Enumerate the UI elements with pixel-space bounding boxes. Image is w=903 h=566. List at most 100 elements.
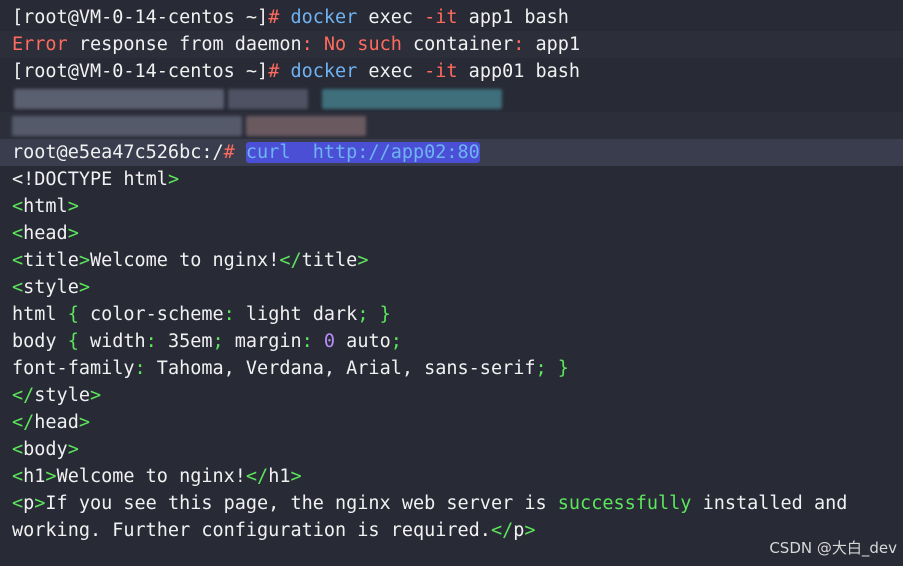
terminal-text-segment: < [12, 196, 24, 217]
terminal-text-segment: > [290, 466, 302, 487]
terminal-text-segment: p [513, 520, 525, 541]
terminal-text-segment: : [145, 331, 157, 352]
terminal-text-segment: Welcome to nginx! [56, 466, 246, 487]
terminal-text-segment: Tahoma, Verdana, Arial, sans-serif [145, 358, 536, 379]
terminal-line: <body> [0, 436, 903, 463]
redacted-block [12, 116, 242, 136]
terminal-text-segment: < [12, 439, 24, 460]
terminal-text-segment: color-scheme [78, 304, 224, 325]
terminal-text-segment: > [357, 250, 369, 271]
terminal-text-segment: [root@VM-0-14-centos ~] [12, 61, 269, 82]
terminal-text-segment: : [134, 358, 146, 379]
terminal-text-segment: response from daemon [67, 34, 302, 55]
terminal-text-segment: title [23, 250, 79, 271]
redacted-block [228, 89, 308, 109]
terminal-text-segment: p [23, 493, 35, 514]
terminal-text-segment: </ [245, 466, 269, 487]
terminal-line: <!DOCTYPE html> [0, 166, 903, 193]
terminal-line: <html> [0, 193, 903, 220]
terminal-text-segment: { [67, 304, 79, 325]
terminal-text-segment: : [301, 34, 313, 55]
terminal-line: </style> [0, 382, 903, 409]
terminal-text-segment: app1 bash [457, 7, 569, 28]
terminal-text-segment: < [12, 223, 24, 244]
terminal-text-segment: html [12, 304, 68, 325]
terminal-text-segment: working. Further configuration is requir… [12, 520, 491, 541]
terminal-text-segment: > [45, 466, 57, 487]
terminal-text-segment: successfully [557, 493, 692, 514]
redacted-block [246, 116, 366, 136]
terminal-text-segment: title [301, 250, 358, 271]
terminal-line-redacted [0, 112, 903, 139]
terminal-text-segment: 35em [156, 331, 213, 352]
terminal-text-segment: body [23, 439, 68, 460]
terminal-text-segment: ; [535, 358, 547, 379]
terminal-line: working. Further configuration is requir… [0, 517, 903, 544]
terminal-text-segment: > [524, 520, 536, 541]
terminal-text-segment: h1 [23, 466, 46, 487]
terminal-text-segment: </ [490, 520, 514, 541]
terminal-window[interactable]: [root@VM-0-14-centos ~]# docker exec -it… [0, 0, 903, 566]
terminal-line: Error response from daemon: No such cont… [0, 31, 903, 58]
terminal-text-segment: width [78, 331, 146, 352]
terminal-text-segment: docker [290, 7, 358, 28]
terminal-text-segment: head [34, 412, 79, 433]
terminal-text-segment: ; [357, 304, 369, 325]
terminal-text-segment: app1 [524, 34, 581, 55]
terminal-text-segment: # [268, 7, 291, 28]
terminal-text-segment: # [268, 61, 291, 82]
terminal-line: <p>If you see this page, the nginx web s… [0, 490, 903, 517]
terminal-text-segment: body [12, 331, 68, 352]
terminal-line: <head> [0, 220, 903, 247]
watermark-text: CSDN @大白_dev [769, 539, 897, 557]
terminal-text-segment: app01 bash [457, 61, 581, 82]
terminal-text-segment: auto [335, 331, 391, 352]
terminal-text-segment: font-family [12, 358, 135, 379]
terminal-text-segment: <!DOCTYPE html [12, 169, 168, 190]
terminal-text-segment: > [67, 223, 79, 244]
terminal-line: [root@VM-0-14-centos ~]# docker exec -it… [0, 58, 903, 85]
terminal-text-segment: > [89, 385, 102, 406]
redacted-block [322, 89, 502, 109]
terminal-line: </head> [0, 409, 903, 436]
terminal-text-segment: ; [212, 331, 224, 352]
terminal-text-segment: { [67, 331, 79, 352]
terminal-line-current: root@e5ea47c526bc:/# curl http://app02:8… [0, 139, 903, 166]
terminal-text-segment: < [12, 277, 24, 298]
terminal-text-segment: Error [12, 34, 68, 55]
terminal-text-segment: style [34, 385, 90, 406]
terminal-text-segment: Welcome to nginx! [89, 250, 280, 271]
terminal-text-segment: : [223, 304, 235, 325]
terminal-text-segment: < [12, 250, 24, 271]
terminal-line: <title>Welcome to nginx!</title> [0, 247, 903, 274]
terminal-text-segment: [root@VM-0-14-centos ~] [12, 7, 269, 28]
terminal-text-segment: } [557, 358, 569, 379]
terminal-text-segment: No such [323, 34, 402, 55]
terminal-text-segment: head [23, 223, 68, 244]
terminal-text-segment: : [513, 34, 525, 55]
terminal-text-segment: -it [424, 61, 458, 82]
terminal-text-segment: light dark [234, 304, 358, 325]
terminal-text-segment: 0 [323, 331, 336, 352]
terminal-text-segment: root@e5ea47c526bc:/ [12, 142, 224, 163]
terminal-text-segment: > [78, 412, 90, 433]
terminal-line: <style> [0, 274, 903, 301]
terminal-text-segment: < [12, 466, 24, 487]
terminal-text-segment: > [67, 196, 79, 217]
terminal-text-segment: > [34, 493, 46, 514]
terminal-text-segment: exec [357, 61, 425, 82]
terminal-text-segment: </ [279, 250, 302, 271]
terminal-line-redacted [0, 85, 903, 112]
terminal-text-segment: : [301, 331, 313, 352]
terminal-text-segment: < [12, 493, 24, 514]
terminal-text-segment: installed and [691, 493, 848, 514]
terminal-text-segment: style [23, 277, 79, 298]
redacted-block [14, 89, 224, 109]
terminal-text-segment: > [78, 250, 90, 271]
terminal-text-segment: If you see this page, the nginx web serv… [45, 493, 558, 514]
terminal-line: html { color-scheme: light dark; } [0, 301, 903, 328]
terminal-text-segment: exec [357, 7, 425, 28]
